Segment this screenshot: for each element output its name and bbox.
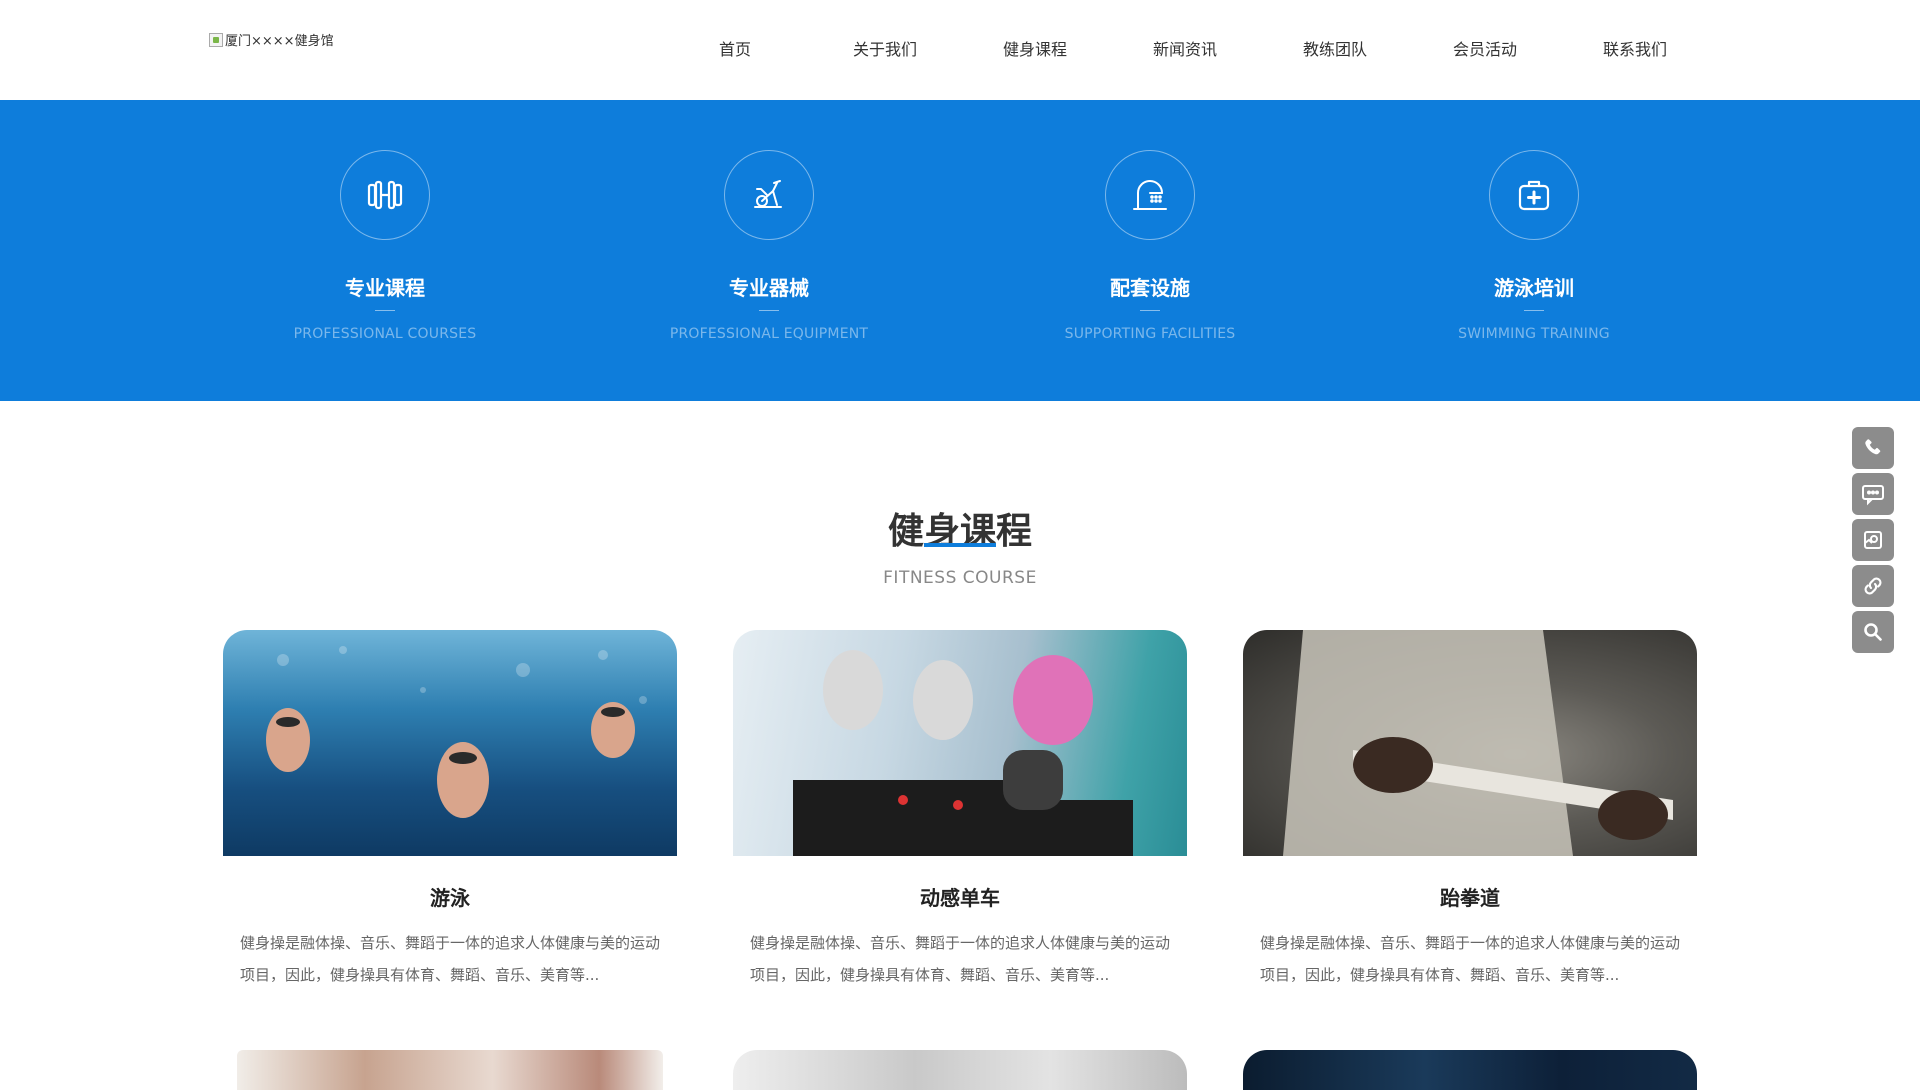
shower-icon <box>1105 150 1195 240</box>
course-card-peek[interactable] <box>1243 1050 1697 1090</box>
course-description: 健身操是融体操、音乐、舞蹈于一体的追求人体健康与美的运动项目，因此，健身操具有体… <box>240 934 661 984</box>
divider <box>759 310 779 311</box>
section-title-underline <box>924 543 996 547</box>
phone-icon[interactable] <box>1852 427 1894 469</box>
course-image-spinning[interactable] <box>733 630 1187 856</box>
feature-subtitle: SWIMMING TRAINING <box>1458 326 1610 342</box>
divider <box>1524 310 1544 311</box>
nav-item-home[interactable]: 首页 <box>660 0 810 100</box>
link-icon[interactable] <box>1852 565 1894 607</box>
feature-title: 游泳培训 <box>1494 276 1574 300</box>
main-nav: 首页 关于我们 健身课程 新闻资讯 教练团队 会员活动 联系我们 <box>660 0 1710 100</box>
feature-subtitle: PROFESSIONAL EQUIPMENT <box>669 326 869 342</box>
dumbbell-icon <box>340 150 430 240</box>
course-image-taekwondo[interactable] <box>1243 630 1697 856</box>
logo-alt-text: 厦门××××健身馆 <box>225 34 334 49</box>
logo[interactable]: 厦门××××健身馆 <box>209 30 334 49</box>
feature-title: 配套设施 <box>1110 276 1190 300</box>
nav-item-contact[interactable]: 联系我们 <box>1560 0 1710 100</box>
broken-image-icon <box>209 32 223 47</box>
search-icon[interactable] <box>1852 611 1894 653</box>
course-description: 健身操是融体操、音乐、舞蹈于一体的追求人体健康与美的运动项目，因此，健身操具有体… <box>1260 934 1681 984</box>
course-description: 健身操是融体操、音乐、舞蹈于一体的追求人体健康与美的运动项目，因此，健身操具有体… <box>750 934 1171 984</box>
floating-sidebar <box>1852 427 1894 657</box>
course-image-swimming[interactable] <box>223 630 677 856</box>
site-header: 厦门××××健身馆 首页 关于我们 健身课程 新闻资讯 教练团队 会员活动 联系… <box>0 0 1920 100</box>
divider <box>375 310 395 311</box>
nav-item-news[interactable]: 新闻资讯 <box>1110 0 1260 100</box>
course-name[interactable]: 跆拳道 <box>1243 882 1697 911</box>
nav-item-member-events[interactable]: 会员活动 <box>1410 0 1560 100</box>
feature-subtitle: SUPPORTING FACILITIES <box>1064 326 1236 342</box>
nav-item-about[interactable]: 关于我们 <box>810 0 960 100</box>
course-card-peek[interactable] <box>733 1050 1187 1090</box>
divider <box>1140 310 1160 311</box>
exercise-bike-icon <box>724 150 814 240</box>
feature-subtitle: PROFESSIONAL COURSES <box>293 326 477 342</box>
qrcode-icon[interactable] <box>1852 519 1894 561</box>
course-card-peek[interactable] <box>237 1050 663 1090</box>
message-icon[interactable] <box>1852 473 1894 515</box>
features-band: 专业课程 PROFESSIONAL COURSES 专业器械 PROFESSIO… <box>0 100 1920 401</box>
course-name[interactable]: 游泳 <box>223 882 677 911</box>
course-name[interactable]: 动感单车 <box>733 882 1187 911</box>
section-subtitle: FITNESS COURSE <box>883 568 1037 588</box>
feature-title: 专业器械 <box>729 276 809 300</box>
course-card-taekwondo[interactable]: 跆拳道 健身操是融体操、音乐、舞蹈于一体的追求人体健康与美的运动项目，因此，健身… <box>1243 630 1697 991</box>
course-card-spinning[interactable]: 动感单车 健身操是融体操、音乐、舞蹈于一体的追求人体健康与美的运动项目，因此，健… <box>733 630 1187 991</box>
first-aid-kit-icon <box>1489 150 1579 240</box>
course-card-swimming[interactable]: 游泳 健身操是融体操、音乐、舞蹈于一体的追求人体健康与美的运动项目，因此，健身操… <box>223 630 677 991</box>
nav-item-courses[interactable]: 健身课程 <box>960 0 1110 100</box>
nav-item-coaches[interactable]: 教练团队 <box>1260 0 1410 100</box>
feature-title: 专业课程 <box>345 276 425 300</box>
